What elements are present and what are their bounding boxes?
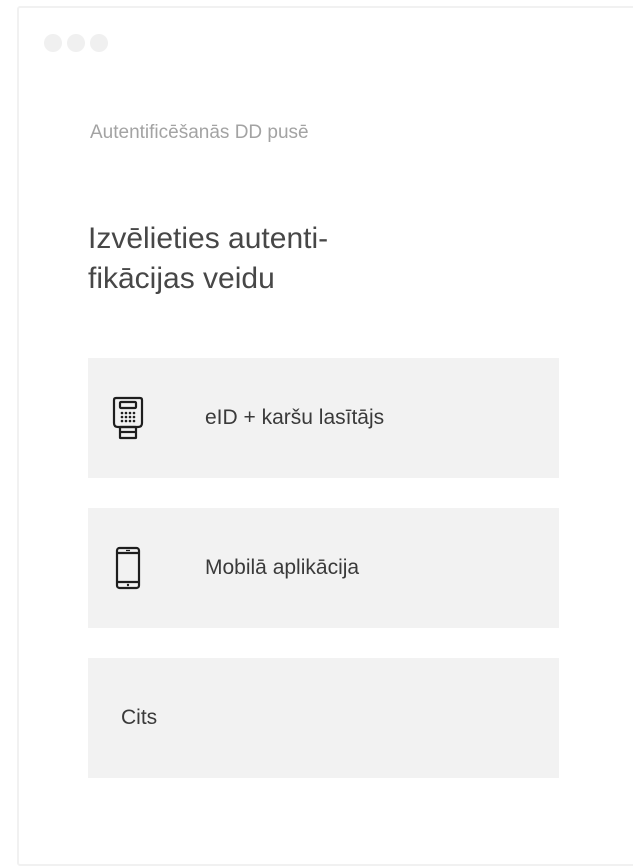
page-title-line-1: Izvēlieties autenti- xyxy=(88,222,329,255)
auth-option-other-label: Cits xyxy=(121,706,158,729)
auth-option-eid-label: eID + karšu lasītājs xyxy=(205,406,385,429)
auth-option-mobile-label: Mobilā aplikācija xyxy=(205,556,360,579)
mobile-phone-icon xyxy=(112,546,144,590)
window-dot-close[interactable] xyxy=(44,34,62,52)
page-title: Izvēlieties autenti- fikācijas veidu xyxy=(88,219,428,299)
page-title-line-2: fikācijas veidu xyxy=(88,262,275,295)
browser-window: Autentificēšanās DD pusē Izvēlieties aut… xyxy=(17,6,633,866)
auth-option-eid[interactable]: eID + karšu lasītājs xyxy=(88,358,559,478)
page-subtitle: Autentificēšanās DD pusē xyxy=(90,122,309,143)
window-dot-minimize[interactable] xyxy=(67,34,85,52)
card-reader-icon xyxy=(112,396,144,440)
window-dot-maximize[interactable] xyxy=(90,34,108,52)
window-controls xyxy=(44,34,108,52)
auth-option-other[interactable]: Cits xyxy=(88,658,559,778)
auth-option-mobile[interactable]: Mobilā aplikācija xyxy=(88,508,559,628)
